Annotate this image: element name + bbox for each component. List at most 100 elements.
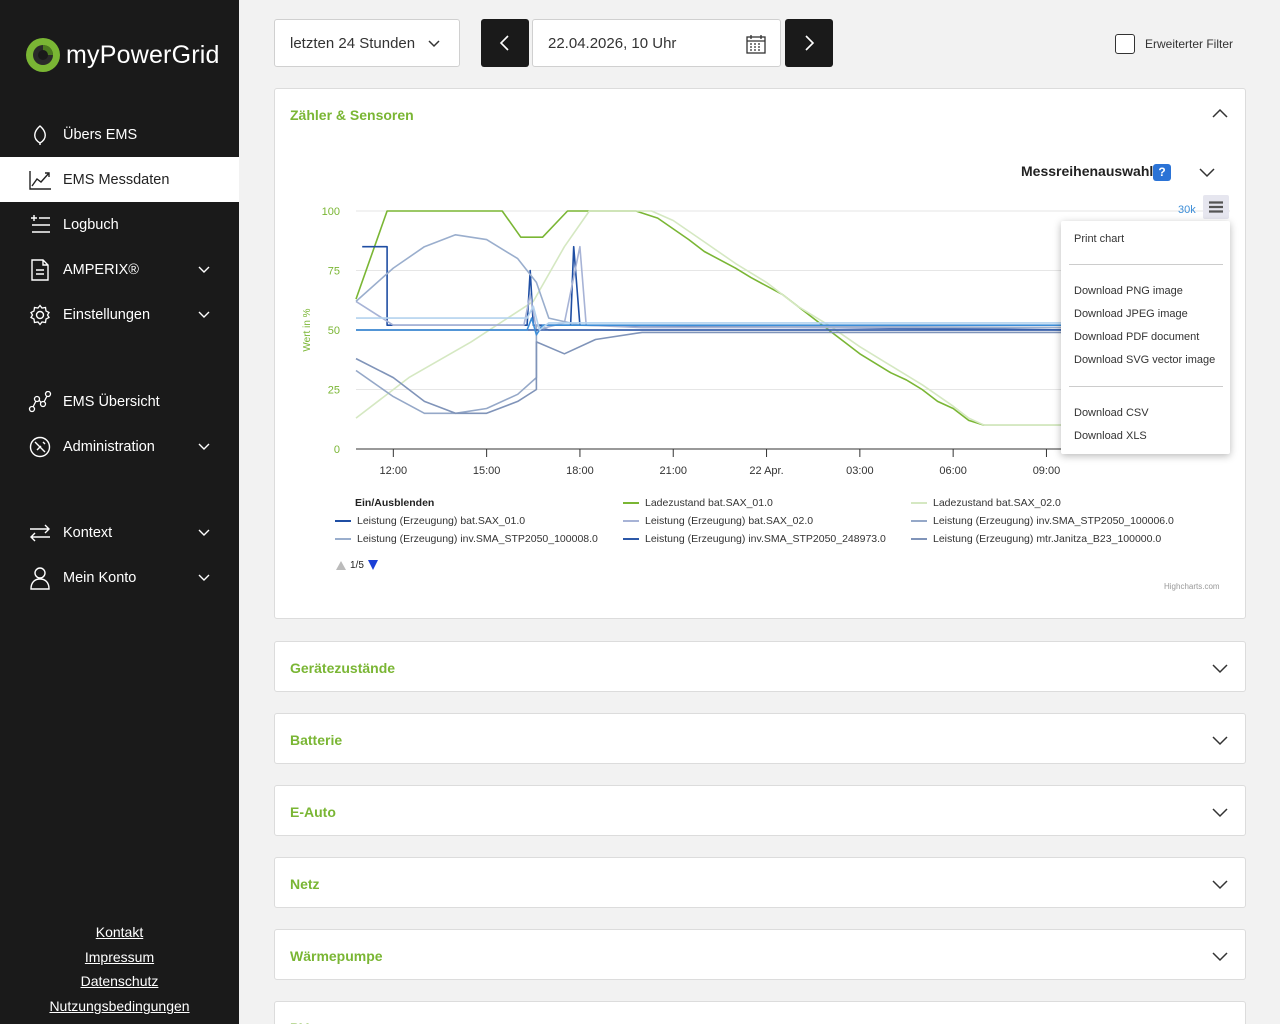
menu-divider	[1069, 386, 1223, 387]
legend-swatch	[623, 520, 639, 522]
chart-menu-button[interactable]	[1203, 195, 1229, 219]
legend-item[interactable]: Leistung (Erzeugung) inv.SMA_STP2050_100…	[911, 515, 1174, 527]
extended-filter-checkbox[interactable]	[1115, 34, 1135, 54]
sidebar-item-mein-konto[interactable]: Mein Konto	[0, 555, 239, 600]
legend-pager: 1/5	[335, 559, 379, 571]
footer-link-impressum[interactable]: Impressum	[0, 945, 239, 970]
footer-link-kontakt[interactable]: Kontakt	[0, 920, 239, 945]
calendar-icon[interactable]	[745, 33, 767, 55]
footer-link-nutzungsbedingungen[interactable]: Nutzungsbedingungen	[0, 994, 239, 1019]
hamburger-icon	[1209, 201, 1223, 213]
chevron-down-icon	[1212, 664, 1228, 674]
panel-waermepumpe[interactable]: Wärmepumpe	[274, 929, 1246, 980]
chevron-down-icon	[198, 311, 210, 318]
legend-item[interactable]: Leistung (Erzeugung) inv.SMA_STP2050_248…	[623, 533, 886, 545]
chevron-down-icon	[1212, 952, 1228, 962]
admin-icon	[28, 435, 52, 459]
next-period-button[interactable]	[785, 19, 833, 67]
legend-title[interactable]: Ein/Ausblenden	[355, 497, 434, 509]
sidebar-item-administration[interactable]: Administration	[0, 424, 239, 469]
sidebar-item-ems-uebersicht[interactable]: EMS Übersicht	[0, 379, 239, 424]
menu-item-download-png[interactable]: Download PNG image	[1074, 285, 1183, 297]
leaf-icon	[28, 123, 52, 147]
sidebar-item-ems-messdaten[interactable]: EMS Messdaten	[0, 157, 239, 202]
legend-swatch	[911, 502, 927, 504]
legend-item[interactable]: Ladezustand bat.SAX_02.0	[911, 497, 1061, 509]
chevron-down-icon	[198, 529, 210, 536]
gear-icon	[28, 303, 52, 327]
sidebar-item-einstellungen[interactable]: Einstellungen	[0, 292, 239, 337]
menu-item-download-xls[interactable]: Download XLS	[1074, 430, 1147, 442]
legend-label: Ladezustand bat.SAX_01.0	[645, 497, 773, 509]
legend-item[interactable]: Leistung (Erzeugung) bat.SAX_01.0	[335, 515, 525, 527]
legend-item[interactable]: Leistung (Erzeugung) inv.SMA_STP2050_100…	[335, 533, 598, 545]
right-axis-label: 30k	[1178, 204, 1196, 216]
chevron-down-icon	[198, 443, 210, 450]
sidebar-item-label: AMPERIX®	[63, 261, 139, 278]
legend-label: Leistung (Erzeugung) inv.SMA_STP2050_248…	[645, 533, 886, 545]
chevron-down-icon	[198, 266, 210, 273]
network-icon	[28, 390, 52, 414]
panel-title: E-Auto	[290, 804, 336, 820]
legend-item[interactable]: Leistung (Erzeugung) mtr.Janitza_B23_100…	[911, 533, 1161, 545]
legend-swatch	[623, 538, 639, 540]
panel-netz[interactable]: Netz	[274, 857, 1246, 908]
legend-label: Ladezustand bat.SAX_02.0	[933, 497, 1061, 509]
sidebar-item-label: Übers EMS	[63, 126, 138, 143]
menu-item-download-jpeg[interactable]: Download JPEG image	[1074, 308, 1188, 320]
footer-link-datenschutz[interactable]: Datenschutz	[0, 969, 239, 994]
menu-item-download-svg[interactable]: Download SVG vector image	[1074, 354, 1215, 366]
footer-links: Kontakt Impressum Datenschutz Nutzungsbe…	[0, 920, 239, 1019]
chevron-down-icon	[428, 40, 440, 48]
chart-credits[interactable]: Highcharts.com	[1164, 582, 1220, 591]
date-input[interactable]: 22.04.2026, 10 Uhr	[532, 19, 781, 67]
menu-item-download-csv[interactable]: Download CSV	[1074, 407, 1149, 419]
pager-down-icon[interactable]	[367, 559, 379, 571]
legend-swatch	[623, 502, 639, 504]
legend-item[interactable]: Ladezustand bat.SAX_01.0	[623, 497, 773, 509]
sidebar-item-label: Logbuch	[63, 216, 119, 233]
panel-title: PV	[290, 1020, 309, 1024]
series-select-label[interactable]: Messreihenauswahl	[1021, 163, 1153, 179]
pager-up-icon[interactable]	[335, 559, 347, 571]
brand-name: myPowerGrid	[66, 40, 220, 69]
chevron-up-icon[interactable]	[1211, 105, 1229, 123]
chevron-down-icon	[1212, 808, 1228, 818]
sidebar-item-label: Einstellungen	[63, 306, 151, 323]
sidebar: myPowerGrid Übers EMS EMS Messdaten Logb…	[0, 0, 239, 1024]
menu-item-download-pdf[interactable]: Download PDF document	[1074, 331, 1199, 343]
panel-title[interactable]: Zähler & Sensoren	[290, 107, 414, 123]
sidebar-item-amperix[interactable]: AMPERIX®	[0, 247, 239, 292]
export-menu: Print chart Download PNG image Download …	[1061, 221, 1230, 454]
legend-swatch	[335, 538, 351, 540]
date-value: 22.04.2026, 10 Uhr	[548, 34, 677, 52]
chevron-down-icon[interactable]	[1198, 163, 1216, 181]
panel-geraetezustaende[interactable]: Gerätezustände	[274, 641, 1246, 692]
panel-batterie[interactable]: Batterie	[274, 713, 1246, 764]
sidebar-item-label: Administration	[63, 438, 155, 455]
legend-label: Leistung (Erzeugung) bat.SAX_01.0	[357, 515, 526, 527]
swap-arrows-icon	[28, 521, 52, 545]
sidebar-item-kontext[interactable]: Kontext	[0, 510, 239, 555]
previous-period-button[interactable]	[481, 19, 529, 67]
panel-title: Wärmepumpe	[290, 948, 383, 964]
chevron-right-icon	[805, 35, 815, 51]
panel-e-auto[interactable]: E-Auto	[274, 785, 1246, 836]
menu-item-print-chart[interactable]: Print chart	[1074, 233, 1124, 245]
sidebar-item-uebers-ems[interactable]: Übers EMS	[0, 112, 239, 157]
chevron-down-icon	[198, 574, 210, 581]
legend-item[interactable]: Leistung (Erzeugung) bat.SAX_02.0	[623, 515, 813, 527]
legend-label: Leistung (Erzeugung) inv.SMA_STP2050_100…	[933, 515, 1174, 527]
help-icon[interactable]: ?	[1153, 164, 1171, 181]
chevron-down-icon	[1212, 880, 1228, 890]
menu-divider	[1069, 264, 1223, 265]
chevron-down-icon	[1212, 736, 1228, 746]
extended-filter-toggle[interactable]: Erweiterter Filter	[1115, 34, 1233, 54]
legend-label: Leistung (Erzeugung) mtr.Janitza_B23_100…	[933, 533, 1162, 545]
extended-filter-label: Erweiterter Filter	[1145, 37, 1234, 51]
brand-logo[interactable]: myPowerGrid	[24, 36, 220, 74]
time-range-select[interactable]: letzten 24 Stunden	[274, 19, 460, 67]
panel-pv[interactable]: PV	[274, 1001, 1246, 1024]
legend-label: Leistung (Erzeugung) bat.SAX_02.0	[645, 515, 814, 527]
sidebar-item-logbuch[interactable]: Logbuch	[0, 202, 239, 247]
